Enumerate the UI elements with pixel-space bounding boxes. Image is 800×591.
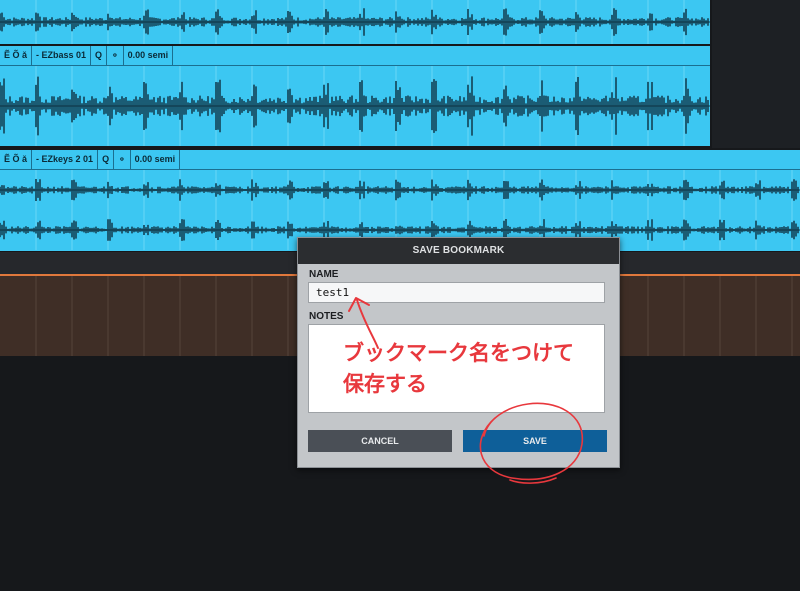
waveform-ezbass (0, 66, 710, 146)
dialog-title: SAVE BOOKMARK (298, 238, 619, 264)
tuning-fork-icon[interactable]: ⚬ (114, 150, 131, 169)
clip-mode-symbols[interactable]: Ẽ Õ ǎ (0, 46, 33, 65)
pitch-semi[interactable]: 0.00 semi (124, 46, 174, 65)
save-button[interactable]: SAVE (463, 430, 607, 452)
clip-header-ezkeys: Ẽ Õ ǎ - EZkeys 2 01 Q ⚬ 0.00 semi (0, 150, 800, 170)
quantize-toggle[interactable]: Q (91, 46, 108, 65)
empty-lane (712, 0, 800, 148)
pitch-semi[interactable]: 0.00 semi (131, 150, 181, 169)
annotation-text: ブックマーク名をつけて 保存する (343, 341, 574, 396)
waveform-ezkeys-top (0, 170, 800, 210)
tuning-fork-icon[interactable]: ⚬ (107, 46, 124, 65)
waveform-track1 (0, 0, 710, 44)
notes-label: NOTES (309, 311, 344, 322)
audio-clip-ezkeys[interactable]: Ẽ Õ ǎ - EZkeys 2 01 Q ⚬ 0.00 semi (0, 150, 800, 251)
clip-name[interactable]: - EZbass 01 (32, 46, 92, 65)
clip-header-ezbass: Ẽ Õ ǎ - EZbass 01 Q ⚬ 0.00 semi (0, 46, 710, 66)
audio-clip-track1[interactable] (0, 0, 710, 44)
audio-clip-ezbass[interactable]: Ẽ Õ ǎ - EZbass 01 Q ⚬ 0.00 semi (0, 46, 710, 146)
name-label: NAME (309, 269, 339, 280)
cancel-button[interactable]: CANCEL (308, 430, 452, 452)
clip-mode-symbols[interactable]: Ẽ Õ ǎ (0, 150, 33, 169)
quantize-toggle[interactable]: Q (98, 150, 115, 169)
clip-name[interactable]: - EZkeys 2 01 (32, 150, 99, 169)
bookmark-name-input[interactable] (308, 282, 605, 303)
